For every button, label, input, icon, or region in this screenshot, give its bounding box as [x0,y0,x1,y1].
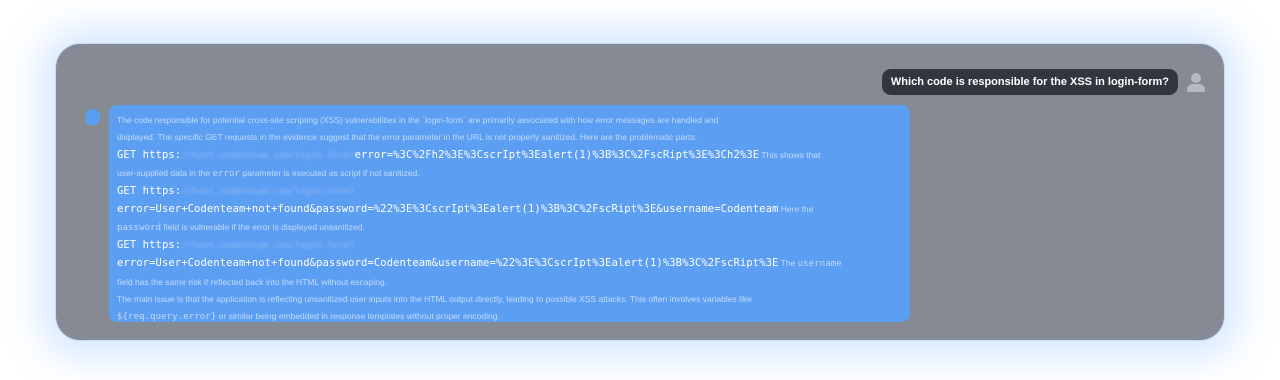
blurred-url: //host.codenteam.com/login-form? [181,150,355,161]
answer-code-line: error=User+Codenteam+not+found&password=… [117,201,902,218]
answer-code-line: GET https://host.codenteam.com/login-for… [117,237,902,255]
answer-note: Here the [778,204,814,215]
answer-code-line: error=User+Codenteam+not+found&password=… [117,255,902,273]
answer-summary-line-2: ${req.query.error} or similar being embe… [117,308,902,326]
blurred-url: //host.codenteam.com/login-form? [181,241,355,252]
payload-code: error=User+Codenteam+not+found&password=… [117,203,779,216]
answer-note-line: user-supplied data in the error paramete… [117,165,902,183]
answer-intro-line-2: displayed. The specific GET requests in … [117,132,698,143]
answer-note-line: password field is vulnerable if the erro… [117,219,902,237]
answer-note: parameter is executed as script if not s… [240,167,420,178]
get-prefix: GET https: [117,148,182,161]
inline-code: ${req.query.error} [117,312,217,323]
user-message-bubble: Which code is responsible for the XSS in… [881,69,1178,95]
answer-code-line: GET https://host.codenteam.com/login-for… [117,147,902,165]
inline-code: username [797,259,842,270]
assistant-avatar-icon [86,109,100,125]
chat-panel: Which code is responsible for the XSS in… [56,44,1224,340]
get-prefix: GET https: [117,185,182,198]
answer-note: This shows that [759,149,821,160]
answer-note: user-supplied data in the [117,167,213,178]
user-avatar-icon [1186,71,1206,93]
blurred-url: //host.codenteam.com/login-form? [181,187,355,198]
user-message-row: Which code is responsible for the XSS in… [881,69,1206,95]
answer-note-line: field has the same risk if reflected bac… [117,276,387,287]
assistant-answer-bubble: The code responsible for potential cross… [109,105,910,322]
answer-summary-line-1: The main issue is that the application i… [117,293,752,304]
answer-intro-line-1: The code responsible for potential cross… [117,115,719,125]
payload-code: error=User+Codenteam+not+found&password=… [117,257,779,270]
inline-code: error [212,168,241,179]
answer-code-line: GET https://host.codenteam.com/login-for… [117,183,902,201]
get-prefix: GET https: [117,239,182,252]
answer-summary-text: or similar being embedded in response te… [216,311,500,322]
inline-code: password [117,222,162,233]
payload-code: error=%3C%2Fh2%3E%3CscrIpt%3Ealert(1)%3B… [354,148,760,161]
answer-note: field is vulnerable if the error is disp… [161,221,365,232]
answer-note: The [778,258,798,269]
